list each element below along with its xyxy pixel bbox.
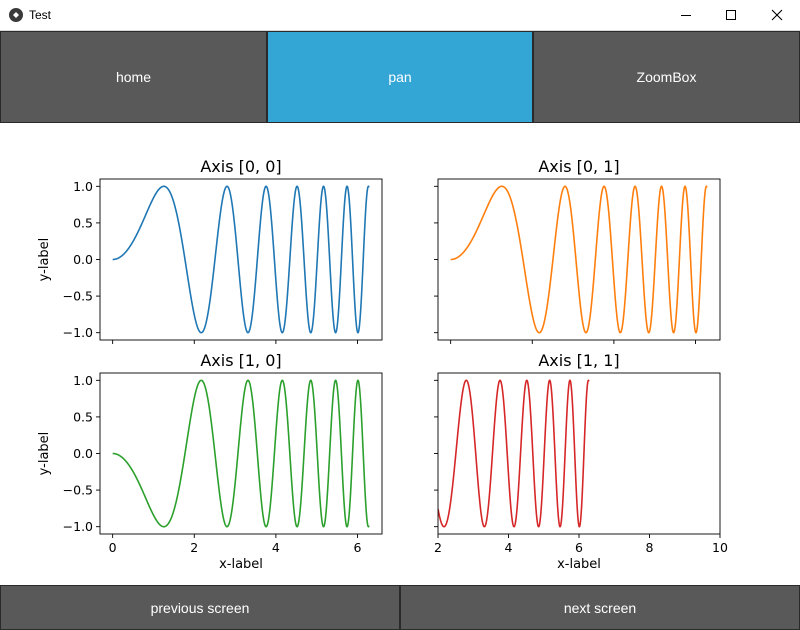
maximize-icon — [726, 10, 736, 20]
axes-frame — [437, 178, 721, 341]
x-tick-label: 2 — [434, 540, 442, 555]
minimize-icon — [681, 15, 691, 16]
series-line — [450, 185, 708, 334]
subplot-3: 2 4 6 8 10 Axis [1, 1] x-label — [434, 351, 728, 572]
chart-title: Axis [0, 0] — [200, 157, 281, 176]
y-tick-label: 1.0 — [73, 179, 93, 194]
chart-title: Axis [1, 1] — [538, 351, 619, 370]
chart-title: Axis [0, 1] — [538, 157, 619, 176]
y-tick-label: −1.0 — [63, 325, 93, 340]
series-line — [438, 379, 590, 528]
y-tick-label: 0.5 — [73, 215, 93, 230]
y-axis-label: y-label — [37, 238, 52, 282]
minimize-button[interactable] — [663, 0, 709, 30]
x-tick-label: 6 — [575, 540, 583, 555]
x-tick-label: 8 — [646, 540, 654, 555]
y-tick-label: 1.0 — [73, 373, 93, 388]
y-tick-label: 0.0 — [73, 252, 93, 267]
series-line — [112, 379, 370, 528]
y-tick-label: 0.0 — [73, 446, 93, 461]
x-tick-label: 0 — [109, 540, 117, 555]
close-button[interactable] — [754, 0, 800, 30]
previous-screen-button[interactable]: previous screen — [0, 585, 400, 630]
app-icon — [9, 8, 23, 22]
x-axis-label: x-label — [557, 557, 601, 572]
y-axis-label: y-label — [37, 432, 52, 476]
zoombox-button[interactable]: ZoomBox — [533, 31, 800, 123]
axes-frame — [99, 178, 383, 341]
y-tick-label: −0.5 — [63, 483, 93, 498]
home-button[interactable]: home — [0, 31, 267, 123]
x-tick-label: 10 — [712, 540, 728, 555]
x-tick-label: 2 — [190, 540, 198, 555]
axes-frame — [99, 372, 383, 535]
figure-canvas[interactable]: 1.0 0.5 0.0 −0.5 −1.0 Axis [0, 0] y-label Axis … — [0, 123, 800, 585]
next-screen-button[interactable]: next screen — [400, 585, 800, 630]
x-axis-label: x-label — [219, 557, 263, 572]
pan-button[interactable]: pan — [267, 31, 533, 123]
chart-title: Axis [1, 0] — [200, 351, 281, 370]
subplot-2: 1.0 0.5 0.0 −0.5 −1.0 0 2 4 6 Axis [1, 0] x-label y… — [37, 351, 383, 572]
x-tick-label: 4 — [272, 540, 280, 555]
close-icon — [771, 9, 783, 21]
subplot-0: 1.0 0.5 0.0 −0.5 −1.0 Axis [0, 0] y-label — [37, 157, 383, 344]
series-line — [112, 185, 370, 334]
x-tick-label: 6 — [354, 540, 362, 555]
y-tick-label: −0.5 — [63, 289, 93, 304]
subplot-1: Axis [0, 1] — [434, 157, 721, 344]
window-titlebar: Test — [0, 0, 800, 31]
y-tick-label: −1.0 — [63, 519, 93, 534]
maximize-button[interactable] — [708, 0, 754, 30]
window-title: Test — [29, 8, 52, 22]
y-tick-label: 0.5 — [73, 409, 93, 424]
x-tick-label: 4 — [505, 540, 513, 555]
